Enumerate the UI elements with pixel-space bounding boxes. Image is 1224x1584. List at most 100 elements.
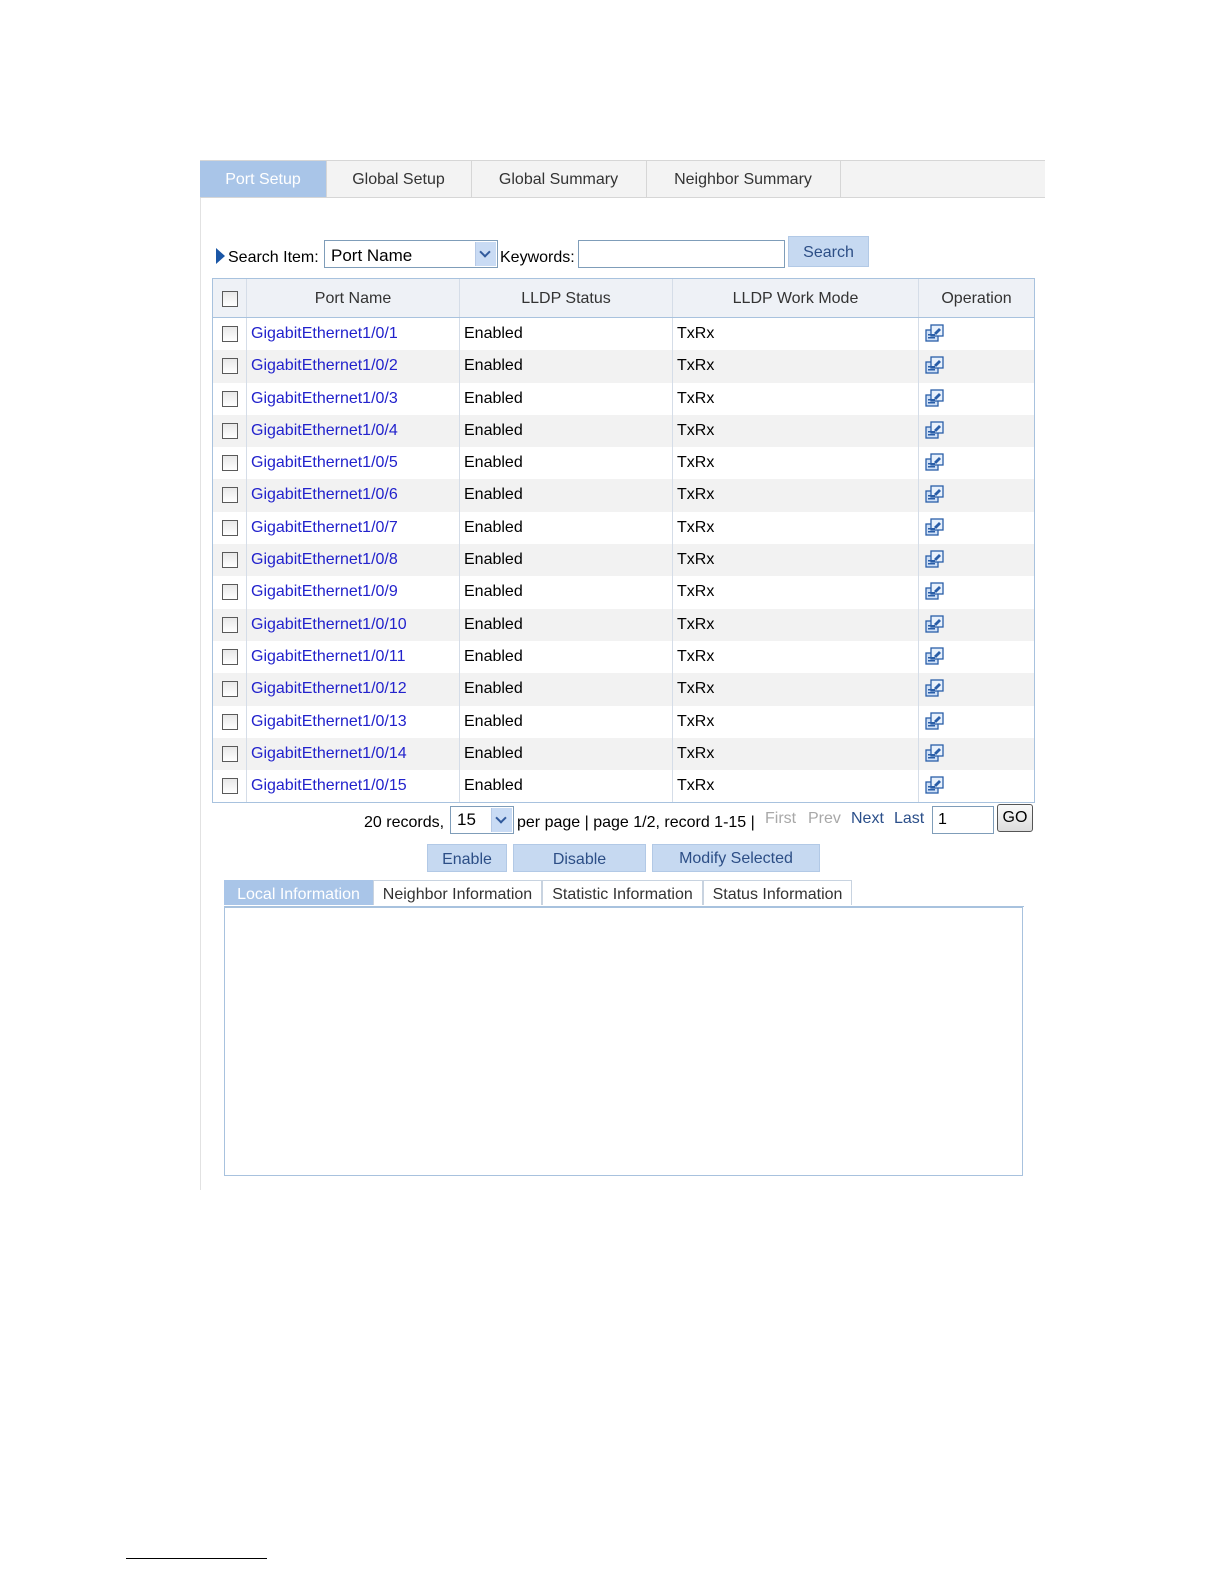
operation-cell — [919, 383, 1034, 415]
edit-config-icon[interactable] — [925, 678, 947, 698]
edit-config-icon[interactable] — [925, 743, 947, 763]
table-row: GigabitEthernet1/0/8 Enabled TxRx — [213, 544, 1034, 577]
dropdown-button[interactable] — [475, 242, 496, 266]
port-name-link[interactable]: GigabitEthernet1/0/4 — [247, 414, 460, 448]
row-select-cell — [213, 447, 247, 480]
edit-config-icon[interactable] — [925, 517, 947, 537]
port-name-link[interactable]: GigabitEthernet1/0/12 — [247, 673, 460, 706]
chevron-down-icon — [495, 812, 507, 824]
per-page-select[interactable]: 15 — [450, 806, 514, 834]
go-button[interactable]: GO — [997, 804, 1033, 832]
table-row: GigabitEthernet1/0/1 Enabled TxRx — [213, 318, 1034, 351]
select-all-checkbox[interactable] — [222, 291, 238, 307]
info-panel — [224, 907, 1023, 1176]
tab-neighbor-summary[interactable]: Neighbor Summary — [646, 161, 841, 197]
operation-cell — [919, 479, 1034, 511]
tab-global-summary[interactable]: Global Summary — [471, 161, 647, 197]
port-name-link[interactable]: GigabitEthernet1/0/15 — [247, 770, 460, 803]
row-checkbox[interactable] — [222, 519, 238, 536]
lldp-work-mode-cell: TxRx — [673, 447, 919, 480]
row-checkbox[interactable] — [222, 455, 238, 472]
triangle-right-icon — [216, 248, 225, 264]
row-checkbox[interactable] — [222, 584, 238, 601]
edit-config-icon[interactable] — [925, 323, 947, 343]
edit-config-icon[interactable] — [925, 646, 947, 666]
port-name-link[interactable]: GigabitEthernet1/0/14 — [247, 737, 460, 771]
table-row: GigabitEthernet1/0/9 Enabled TxRx — [213, 576, 1034, 609]
row-checkbox[interactable] — [222, 358, 238, 375]
edit-config-icon[interactable] — [925, 355, 947, 375]
tab-global-setup[interactable]: Global Setup — [326, 161, 472, 197]
edit-config-icon[interactable] — [925, 614, 947, 634]
keywords-input[interactable] — [578, 240, 785, 268]
prev-page-link[interactable]: Prev — [808, 810, 841, 828]
lldp-status-cell: Enabled — [460, 382, 673, 415]
edit-config-icon[interactable] — [925, 420, 947, 440]
table-row: GigabitEthernet1/0/4 Enabled TxRx — [213, 414, 1034, 448]
lldp-status-cell: Enabled — [460, 479, 673, 512]
table-row: GigabitEthernet1/0/6 Enabled TxRx — [213, 479, 1034, 512]
first-page-link[interactable]: First — [765, 810, 796, 828]
disable-button[interactable]: Disable — [513, 844, 646, 872]
edit-config-icon[interactable] — [925, 581, 947, 601]
operation-cell — [919, 673, 1034, 705]
enable-button[interactable]: Enable — [427, 844, 507, 872]
edit-config-icon[interactable] — [925, 388, 947, 408]
lldp-status-cell: Enabled — [460, 770, 673, 803]
tab-status-information[interactable]: Status Information — [703, 880, 852, 905]
page-summary: per page | page 1/2, record 1-15 | — [517, 814, 755, 831]
port-name-link[interactable]: GigabitEthernet1/0/2 — [247, 350, 460, 383]
row-checkbox[interactable] — [222, 648, 238, 665]
edit-config-icon[interactable] — [925, 484, 947, 504]
row-checkbox[interactable] — [222, 778, 238, 795]
row-checkbox[interactable] — [222, 745, 238, 762]
table-row: GigabitEthernet1/0/12 Enabled TxRx — [213, 673, 1034, 706]
top-tab-bar: Port Setup Global Setup Global Summary N… — [200, 160, 1045, 198]
per-page-dropdown-button[interactable] — [491, 808, 512, 832]
port-name-link[interactable]: GigabitEthernet1/0/5 — [247, 447, 460, 480]
operation-cell — [919, 706, 1034, 738]
port-name-link[interactable]: GigabitEthernet1/0/3 — [247, 382, 460, 415]
tab-neighbor-information[interactable]: Neighbor Information — [373, 880, 542, 905]
port-name-link[interactable]: GigabitEthernet1/0/6 — [247, 479, 460, 512]
port-name-link[interactable]: GigabitEthernet1/0/7 — [247, 511, 460, 545]
next-page-link[interactable]: Next — [851, 810, 884, 828]
row-checkbox[interactable] — [222, 390, 238, 407]
edit-config-icon[interactable] — [925, 549, 947, 569]
tab-port-setup[interactable]: Port Setup — [200, 161, 327, 197]
lldp-status-cell: Enabled — [460, 544, 673, 577]
port-name-link[interactable]: GigabitEthernet1/0/9 — [247, 576, 460, 609]
modify-selected-button[interactable]: Modify Selected — [652, 844, 820, 872]
row-checkbox[interactable] — [222, 487, 238, 504]
port-name-link[interactable]: GigabitEthernet1/0/1 — [247, 318, 460, 351]
row-checkbox[interactable] — [222, 326, 238, 342]
header-port-name: Port Name — [247, 279, 460, 317]
chevron-down-icon — [479, 246, 491, 258]
search-item-select[interactable]: Port Name — [324, 240, 498, 268]
edit-config-icon[interactable] — [925, 775, 947, 795]
edit-config-icon[interactable] — [925, 452, 947, 472]
port-name-link[interactable]: GigabitEthernet1/0/13 — [247, 705, 460, 738]
row-checkbox[interactable] — [222, 552, 238, 569]
lldp-work-mode-cell: TxRx — [673, 350, 919, 383]
tab-local-information[interactable]: Local Information — [224, 880, 373, 905]
last-page-link[interactable]: Last — [894, 810, 924, 828]
port-name-link[interactable]: GigabitEthernet1/0/11 — [247, 640, 460, 674]
row-select-cell — [213, 608, 247, 641]
page-number-input[interactable]: 1 — [932, 806, 994, 834]
row-checkbox[interactable] — [222, 713, 238, 730]
row-checkbox[interactable] — [222, 681, 238, 698]
edit-config-icon[interactable] — [925, 711, 947, 731]
lldp-work-mode-cell: TxRx — [673, 382, 919, 415]
lldp-status-cell: Enabled — [460, 705, 673, 738]
table-header: Port Name LLDP Status LLDP Work Mode Ope… — [213, 279, 1034, 318]
row-select-cell — [213, 318, 247, 351]
table-row: GigabitEthernet1/0/2 Enabled TxRx — [213, 350, 1034, 383]
port-name-link[interactable]: GigabitEthernet1/0/10 — [247, 608, 460, 641]
row-checkbox[interactable] — [222, 616, 238, 633]
port-name-link[interactable]: GigabitEthernet1/0/8 — [247, 544, 460, 577]
search-button[interactable]: Search — [788, 236, 869, 267]
tab-statistic-information[interactable]: Statistic Information — [542, 880, 703, 905]
row-checkbox[interactable] — [222, 422, 238, 439]
lldp-status-cell: Enabled — [460, 414, 673, 448]
